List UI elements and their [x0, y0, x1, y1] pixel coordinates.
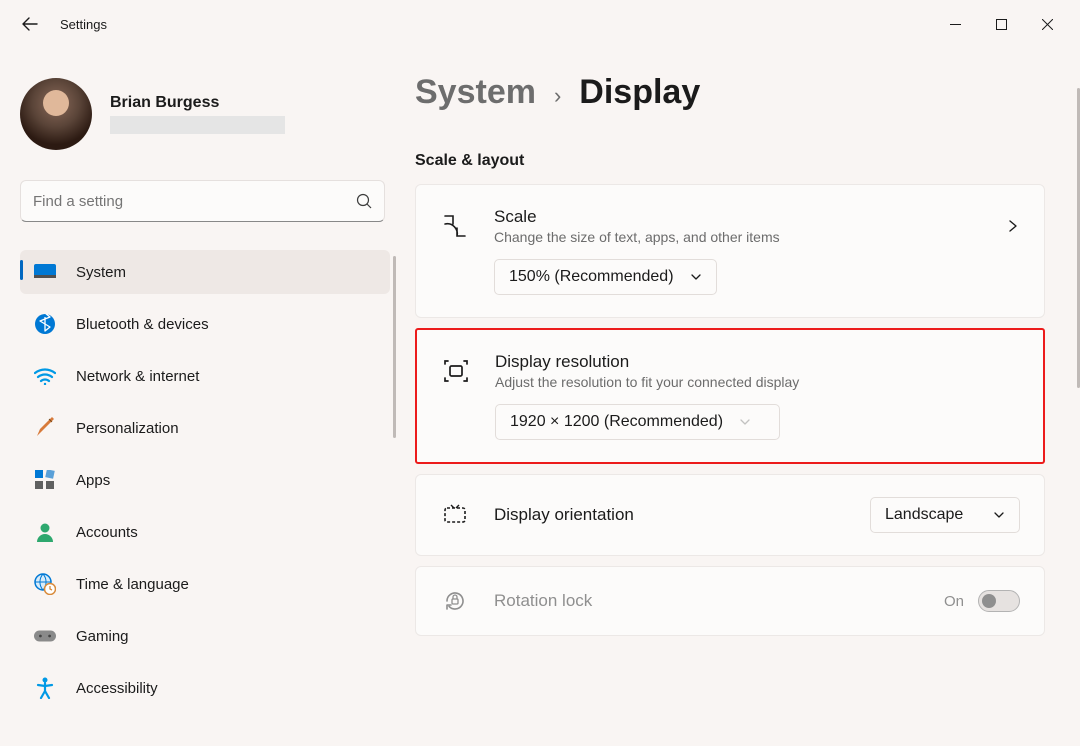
- resolution-dropdown[interactable]: 1920 × 1200 (Recommended): [495, 404, 780, 440]
- search-box[interactable]: [20, 180, 385, 222]
- scale-title: Scale: [494, 207, 982, 227]
- gamepad-icon: [34, 625, 56, 647]
- paintbrush-icon: [34, 417, 56, 439]
- nav-label: System: [76, 264, 126, 281]
- sidebar-item-time-language[interactable]: Time & language: [20, 562, 390, 606]
- section-title: Scale & layout: [415, 152, 1045, 170]
- chevron-down-icon: [739, 416, 751, 428]
- content-area: System › Display Scale & layout Scale Ch…: [400, 48, 1080, 746]
- user-profile[interactable]: Brian Burgess: [20, 78, 380, 150]
- scale-icon: [440, 213, 470, 239]
- rotation-lock-title: Rotation lock: [494, 591, 920, 611]
- resolution-card[interactable]: Display resolution Adjust the resolution…: [415, 328, 1045, 464]
- close-button[interactable]: [1024, 8, 1070, 40]
- orientation-selected: Landscape: [885, 506, 963, 524]
- orientation-dropdown[interactable]: Landscape: [870, 497, 1020, 533]
- rotation-lock-state: On: [944, 593, 964, 610]
- resolution-selected: 1920 × 1200 (Recommended): [510, 413, 723, 431]
- avatar: [20, 78, 92, 150]
- close-icon: [1042, 19, 1053, 30]
- titlebar: Settings: [0, 0, 1080, 48]
- maximize-icon: [996, 19, 1007, 30]
- nav-list: System Bluetooth & devices Network & int…: [20, 250, 390, 718]
- sidebar-item-accessibility[interactable]: Accessibility: [20, 666, 390, 710]
- sidebar-item-accounts[interactable]: Accounts: [20, 510, 390, 554]
- resolution-subtitle: Adjust the resolution to fit your connec…: [495, 374, 1019, 390]
- resolution-title: Display resolution: [495, 352, 1019, 372]
- user-email-redacted: [110, 116, 285, 134]
- user-name: Brian Burgess: [110, 94, 285, 112]
- search-icon: [356, 193, 372, 209]
- orientation-card[interactable]: Display orientation Landscape: [415, 474, 1045, 556]
- chevron-right-icon: ›: [554, 83, 561, 109]
- search-input[interactable]: [33, 193, 356, 210]
- scale-dropdown[interactable]: 150% (Recommended): [494, 259, 717, 295]
- scale-card[interactable]: Scale Change the size of text, apps, and…: [415, 184, 1045, 318]
- rotation-lock-toggle: [978, 590, 1020, 612]
- nav-label: Network & internet: [76, 368, 199, 385]
- sidebar-item-gaming[interactable]: Gaming: [20, 614, 390, 658]
- nav-label: Personalization: [76, 420, 179, 437]
- sidebar-item-personalization[interactable]: Personalization: [20, 406, 390, 450]
- sidebar-item-apps[interactable]: Apps: [20, 458, 390, 502]
- apps-icon: [34, 469, 56, 491]
- orientation-title: Display orientation: [494, 505, 846, 525]
- orientation-icon: [440, 504, 470, 526]
- bluetooth-icon: [34, 313, 56, 335]
- nav-label: Accounts: [76, 524, 138, 541]
- breadcrumb: System › Display: [415, 73, 1045, 112]
- chevron-right-icon: [1006, 219, 1020, 233]
- minimize-button[interactable]: [932, 8, 978, 40]
- sidebar: Brian Burgess System Bluetooth & devices…: [0, 48, 400, 746]
- back-button[interactable]: [10, 4, 50, 44]
- app-title: Settings: [60, 17, 107, 32]
- accessibility-icon: [34, 677, 56, 699]
- breadcrumb-parent[interactable]: System: [415, 73, 536, 112]
- globe-clock-icon: [34, 573, 56, 595]
- monitor-icon: [34, 261, 56, 283]
- sidebar-item-network[interactable]: Network & internet: [20, 354, 390, 398]
- resolution-icon: [441, 360, 471, 382]
- rotation-lock-card: Rotation lock On: [415, 566, 1045, 636]
- rotation-lock-icon: [440, 589, 470, 613]
- wifi-icon: [34, 365, 56, 387]
- back-arrow-icon: [22, 16, 38, 32]
- scale-selected: 150% (Recommended): [509, 268, 674, 286]
- nav-label: Apps: [76, 472, 110, 489]
- sidebar-item-bluetooth[interactable]: Bluetooth & devices: [20, 302, 390, 346]
- minimize-icon: [950, 19, 961, 30]
- scale-subtitle: Change the size of text, apps, and other…: [494, 229, 982, 245]
- window-controls: [932, 8, 1070, 40]
- sidebar-item-system[interactable]: System: [20, 250, 390, 294]
- maximize-button[interactable]: [978, 8, 1024, 40]
- nav-label: Time & language: [76, 576, 189, 593]
- chevron-down-icon: [690, 271, 702, 283]
- chevron-down-icon: [993, 509, 1005, 521]
- nav-scrollbar[interactable]: [393, 256, 396, 438]
- person-icon: [34, 521, 56, 543]
- nav-label: Bluetooth & devices: [76, 316, 209, 333]
- nav-label: Accessibility: [76, 680, 158, 697]
- breadcrumb-current: Display: [579, 73, 700, 112]
- nav-label: Gaming: [76, 628, 129, 645]
